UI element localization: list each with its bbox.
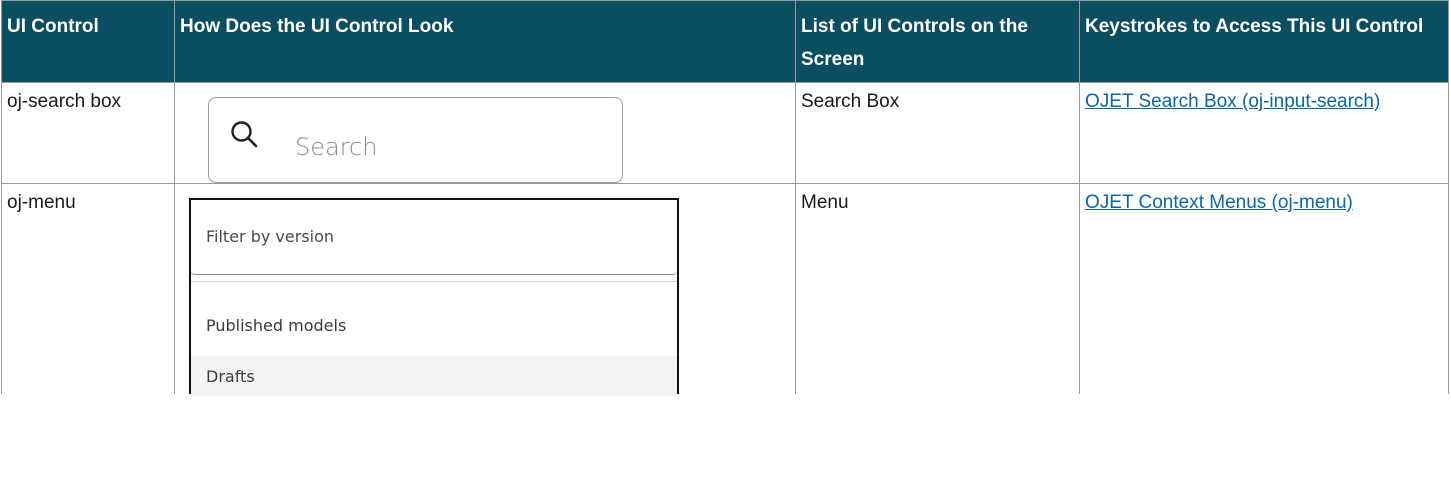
menu-item-drafts: Drafts <box>191 356 677 396</box>
header-how-does-it-look: How Does the UI Control Look <box>174 0 796 83</box>
menu-item-published-models: Published models <box>191 282 677 356</box>
menu-filter-placeholder: Filter by version <box>206 227 335 246</box>
menu-preview: Filter by version Published models Draft… <box>189 198 679 396</box>
cell-control-list: Menu <box>795 183 1080 394</box>
table-row: oj-search box Search Search Box OJET Sea… <box>1 82 1449 184</box>
header-keystrokes: Keystrokes to Access This UI Control <box>1079 0 1449 83</box>
cell-preview: Search <box>174 82 796 184</box>
cell-keystrokes: OJET Search Box (oj-input-search) <box>1079 82 1449 184</box>
search-placeholder: Search <box>295 133 378 161</box>
cell-control-name: oj-search box <box>1 82 175 184</box>
menu-filter-field: Filter by version <box>191 200 677 275</box>
link-ojet-search-box[interactable]: OJET Search Box (oj-input-search) <box>1085 91 1380 112</box>
cell-control-list: Search Box <box>795 82 1080 184</box>
search-icon <box>231 121 258 148</box>
cell-control-name: oj-menu <box>1 183 175 394</box>
search-box-preview: Search <box>208 97 623 183</box>
menu-item-label: Drafts <box>206 367 255 386</box>
header-list-of-controls: List of UI Controls on the Screen <box>795 0 1080 83</box>
ui-controls-table: UI Control How Does the UI Control Look … <box>1 0 1449 396</box>
header-ui-control: UI Control <box>1 0 175 83</box>
cell-keystrokes: OJET Context Menus (oj-menu) <box>1079 183 1449 394</box>
menu-divider <box>191 275 677 282</box>
table-header-row: UI Control How Does the UI Control Look … <box>1 0 1449 83</box>
table-row: oj-menu Filter by version Published mode… <box>1 183 1449 396</box>
cell-preview: Filter by version Published models Draft… <box>174 183 796 396</box>
link-ojet-context-menus[interactable]: OJET Context Menus (oj-menu) <box>1085 192 1353 213</box>
menu-item-label: Published models <box>206 316 347 335</box>
